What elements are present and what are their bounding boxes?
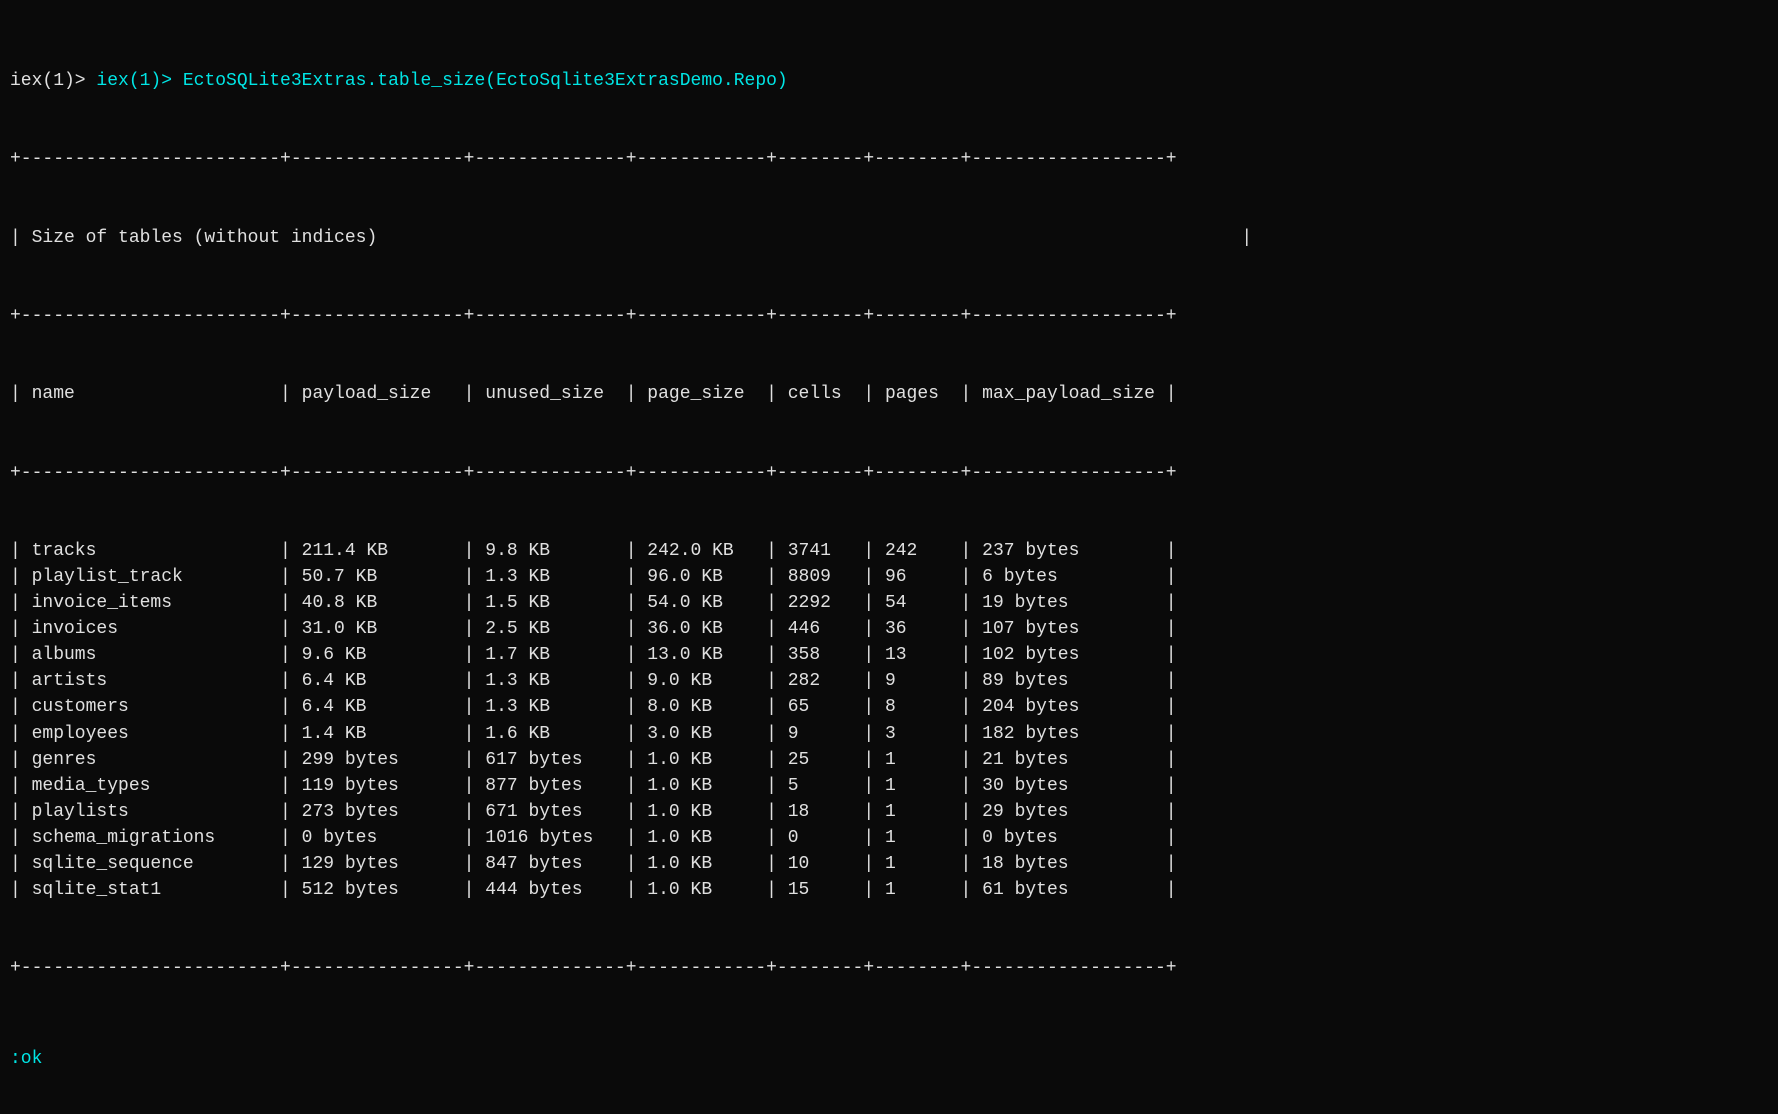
table-row: | schema_migrations | 0 bytes | 1016 byt… [10, 825, 1768, 851]
table-row: | sqlite_sequence | 129 bytes | 847 byte… [10, 851, 1768, 877]
table-row: | sqlite_stat1 | 512 bytes | 444 bytes |… [10, 877, 1768, 903]
table-row: | invoice_items | 40.8 KB | 1.5 KB | 54.… [10, 590, 1768, 616]
table-row: | genres | 299 bytes | 617 bytes | 1.0 K… [10, 747, 1768, 773]
table-row: | artists | 6.4 KB | 1.3 KB | 9.0 KB | 2… [10, 668, 1768, 694]
table-row: | invoices | 31.0 KB | 2.5 KB | 36.0 KB … [10, 616, 1768, 642]
divider-top: +------------------------+--------------… [10, 146, 1768, 172]
table-row: | playlist_track | 50.7 KB | 1.3 KB | 96… [10, 564, 1768, 590]
ok-status: :ok [10, 1046, 1768, 1072]
divider-header: +------------------------+--------------… [10, 303, 1768, 329]
table-row: | employees | 1.4 KB | 1.6 KB | 3.0 KB |… [10, 721, 1768, 747]
table-header: | name | payload_size | unused_size | pa… [10, 381, 1768, 407]
table-row: | albums | 9.6 KB | 1.7 KB | 13.0 KB | 3… [10, 642, 1768, 668]
table-body: | tracks | 211.4 KB | 9.8 KB | 242.0 KB … [10, 538, 1768, 903]
table-title: | Size of tables (without indices) | [10, 225, 1768, 251]
prompt: iex(1)> [10, 71, 96, 91]
table-row: | tracks | 211.4 KB | 9.8 KB | 242.0 KB … [10, 538, 1768, 564]
divider-body: +------------------------+--------------… [10, 460, 1768, 486]
terminal-window: iex(1)> iex(1)> EctoSQLite3Extras.table_… [10, 16, 1768, 1098]
table-row: | media_types | 119 bytes | 877 bytes | … [10, 773, 1768, 799]
command-text: iex(1)> EctoSQLite3Extras.table_size(Ect… [96, 71, 787, 91]
table-row: | customers | 6.4 KB | 1.3 KB | 8.0 KB |… [10, 694, 1768, 720]
command-line: iex(1)> iex(1)> EctoSQLite3Extras.table_… [10, 68, 1768, 94]
divider-bottom: +------------------------+--------------… [10, 955, 1768, 981]
table-row: | playlists | 273 bytes | 671 bytes | 1.… [10, 799, 1768, 825]
